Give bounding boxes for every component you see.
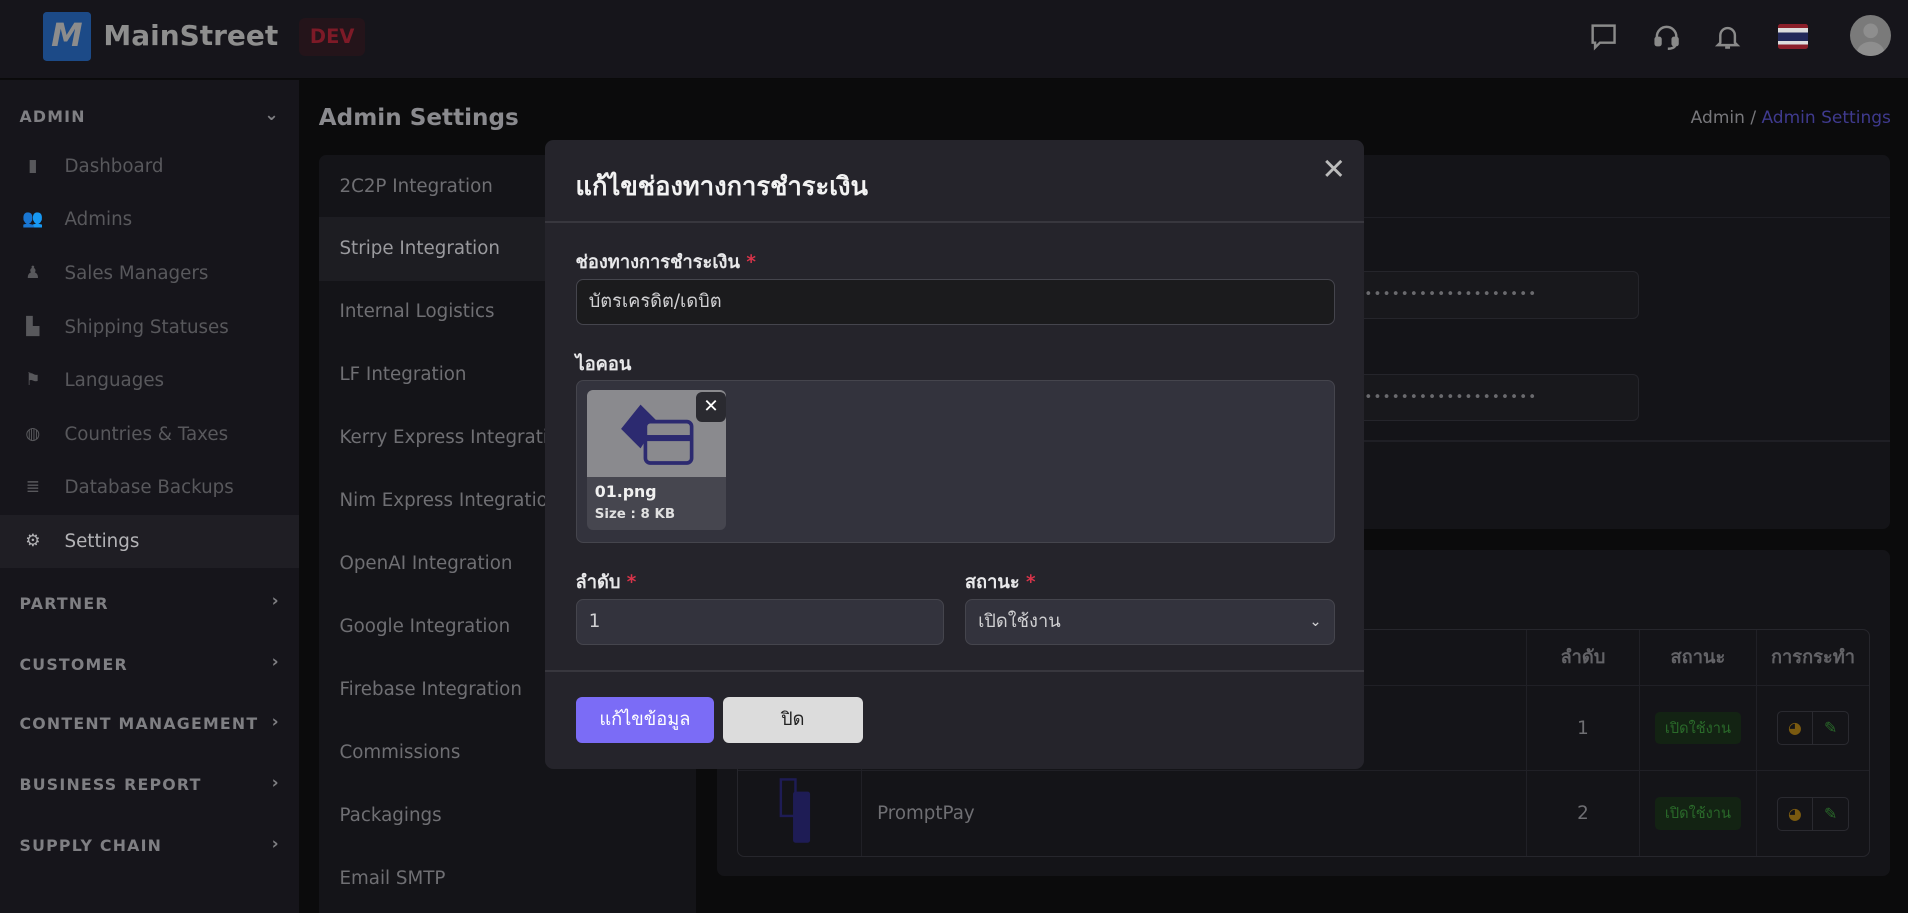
order-input[interactable]: 1 (575, 598, 945, 645)
divider (545, 221, 1365, 223)
divider (545, 670, 1365, 672)
status-label: สถานะ * (965, 568, 1036, 597)
modal-title: แก้ไขช่องทางการชำระเงิน (575, 171, 868, 202)
remove-file-button[interactable]: ✕ (695, 391, 727, 422)
payment-name-label: ช่องทางการชำระเงิน * (576, 248, 756, 277)
order-label: ลำดับ * (576, 568, 637, 597)
icon-label: ไอคอน (575, 354, 632, 376)
label-text: ลำดับ (575, 572, 621, 594)
chevron-down-icon: ⌄ (1309, 613, 1322, 631)
required-mark: * (746, 252, 756, 274)
uploaded-file-preview: ✕ 01.png Size : 8 KB (587, 390, 727, 531)
close-button[interactable]: ปิด (722, 697, 863, 744)
required-mark: * (626, 572, 637, 594)
submit-button[interactable]: แก้ไขข้อมูล (575, 697, 715, 744)
file-name: 01.png (594, 481, 657, 501)
edit-payment-method-modal: แก้ไขช่องทางการชำระเงิน ✕ ช่องทางการชำระ… (545, 139, 1365, 769)
required-mark: * (1025, 572, 1036, 594)
label-text: ช่องทางการชำระเงิน (575, 252, 740, 274)
status-selected-value: เปิดใช้งาน (978, 611, 1061, 633)
app: M MainStreet DEV ADMIN ⌄ ▮ Dashboard 👥 Admin… (0, 0, 1908, 913)
payment-name-input[interactable]: บัตรเครดิต/เดบิต (575, 278, 1335, 325)
file-size: Size : 8 KB (594, 507, 676, 523)
icon-dropzone[interactable]: ✕ 01.png Size : 8 KB (575, 379, 1335, 543)
label-text: สถานะ (964, 572, 1020, 594)
close-icon[interactable]: ✕ (1321, 152, 1345, 186)
status-select[interactable]: เปิดใช้งาน ⌄ (964, 598, 1335, 645)
